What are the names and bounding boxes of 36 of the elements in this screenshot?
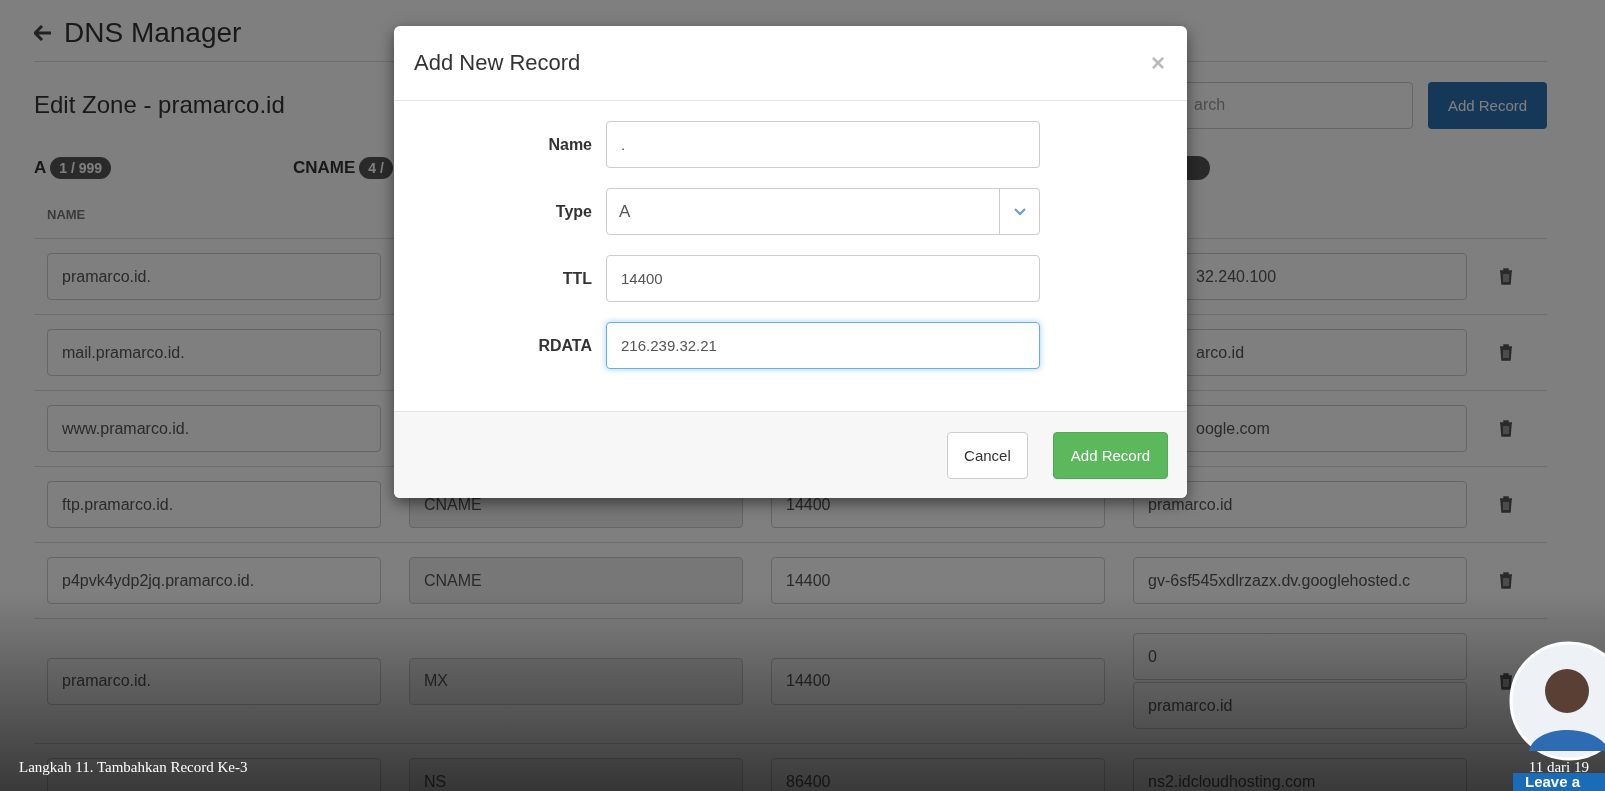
record-type-tab[interactable]: CNAME	[293, 158, 356, 178]
page-title: DNS Manager	[64, 16, 242, 49]
add-record-button[interactable]: Add Record	[1428, 81, 1547, 129]
text-field[interactable]: 14400	[606, 255, 1040, 302]
name-field[interactable]: pramarco.id.	[47, 253, 381, 300]
field-label: Name	[547, 135, 592, 154]
add-record-button[interactable]: Add Record	[1052, 432, 1168, 479]
field-label: RDATA	[537, 336, 592, 355]
text-field[interactable]: 216.239.32.21	[606, 322, 1040, 369]
ttl-field[interactable]: 14400	[771, 557, 1105, 604]
count-badge: 4 /	[359, 157, 393, 179]
field-label: TTL	[561, 269, 592, 288]
zone-title: Edit Zone - pramarco.id	[34, 91, 286, 119]
close-button[interactable]: ×	[1151, 49, 1165, 77]
count-badge: 1 / 999	[50, 157, 112, 179]
column-header: NAME	[47, 206, 86, 222]
text-field[interactable]: .	[606, 121, 1040, 168]
slide-counter: 11 dari 19	[1528, 759, 1589, 776]
step-caption: Langkah 11. Tambahkan Record Ke-3	[19, 759, 248, 776]
rdata-field[interactable]: pramarco.id	[1133, 682, 1467, 729]
leave-message-label[interactable]: Leave a	[1513, 773, 1605, 791]
rdata-field[interactable]: 0	[1133, 633, 1467, 680]
record-type-tab[interactable]: A	[34, 158, 47, 178]
name-field[interactable]: p4pvk4ydp2jq.pramarco.id.	[47, 557, 381, 604]
rdata-field[interactable]: gv-6sf545xdlrzazx.dv.googlehosted.c	[1133, 557, 1467, 604]
type-select[interactable]: A	[606, 188, 1040, 235]
name-field[interactable]: ftp.pramarco.id.	[47, 481, 381, 528]
cancel-button[interactable]: Cancel	[947, 432, 1028, 479]
name-field[interactable]: www.pramarco.id.	[47, 405, 381, 452]
name-field[interactable]: pramarco.id.	[47, 657, 381, 705]
type-field: CNAME	[409, 557, 743, 604]
ttl-field[interactable]: 14400	[771, 657, 1105, 705]
dialog-title: Add New Record	[414, 50, 581, 76]
type-field: MX	[409, 657, 743, 705]
name-field[interactable]: mail.pramarco.id.	[47, 329, 381, 376]
field-label: Type	[554, 202, 592, 221]
